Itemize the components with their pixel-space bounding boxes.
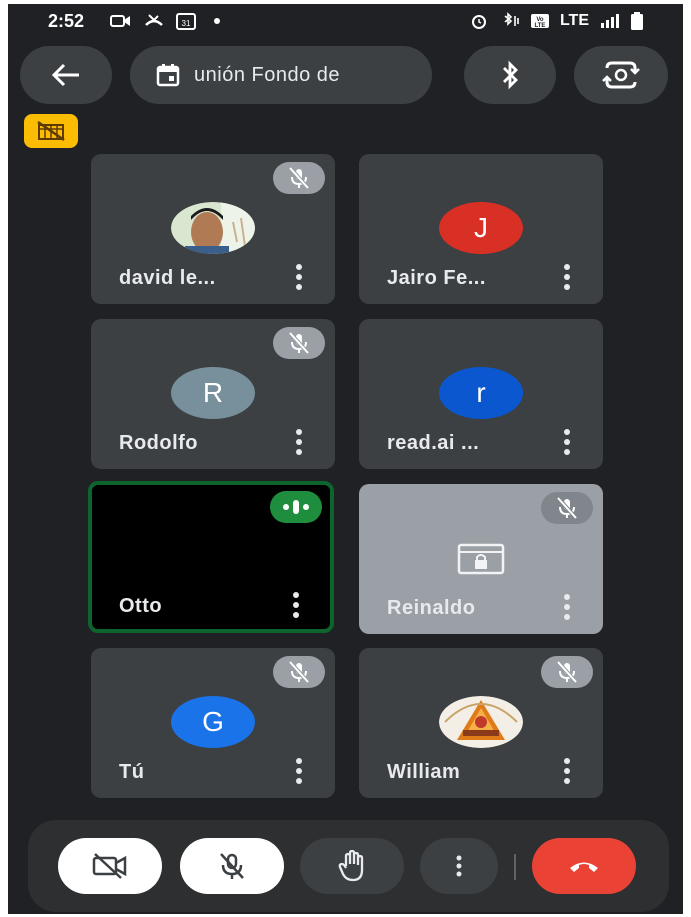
camera-off-icon [92, 853, 127, 879]
mic-off-icon [556, 660, 578, 684]
no-camera-warning-badge[interactable] [24, 114, 78, 148]
participant-tile[interactable]: david le... [91, 154, 335, 304]
participant-avatar: J [439, 202, 523, 254]
calendar-31-icon: 31 [176, 13, 196, 30]
participant-tile[interactable]: Reinaldo [359, 484, 603, 634]
participant-tile-self[interactable]: G Tú [91, 648, 335, 798]
participant-avatar: r [439, 367, 523, 419]
control-divider [514, 854, 516, 880]
participant-name: Jairo Fe... [387, 267, 486, 289]
participant-name: Reinaldo [387, 597, 476, 619]
participant-avatar: G [171, 696, 255, 748]
mic-off-icon [288, 331, 310, 355]
end-call-icon [570, 862, 598, 872]
raise-hand-button[interactable] [300, 838, 404, 894]
status-bar: 2:52 31 Vo LTE LTE [8, 4, 683, 38]
back-button[interactable] [20, 46, 112, 104]
no-camera-warning-icon [37, 120, 65, 142]
missed-call-icon [145, 14, 163, 26]
meeting-title: unión Fondo de [194, 63, 341, 86]
end-call-button[interactable] [532, 838, 636, 894]
participant-options-button[interactable] [563, 429, 571, 455]
participant-options-button[interactable] [295, 429, 303, 455]
raise-hand-icon [338, 850, 364, 882]
locked-screen-icon [457, 543, 505, 575]
participant-tile[interactable]: r read.ai ... [359, 319, 603, 469]
muted-badge [273, 162, 325, 194]
participant-name: Otto [119, 595, 163, 617]
participant-name: Rodolfo [119, 432, 199, 454]
battery-icon [631, 12, 643, 30]
notification-dot [214, 18, 220, 24]
more-options-button[interactable] [420, 838, 498, 894]
participant-name: William [387, 761, 461, 783]
mic-off-icon [556, 496, 578, 520]
participant-tile-active-speaker[interactable]: Otto [88, 481, 334, 633]
toggle-camera-button[interactable] [58, 838, 162, 894]
participant-options-button[interactable] [563, 264, 571, 290]
mic-off-icon [220, 853, 244, 879]
muted-badge [541, 656, 593, 688]
participant-options-button[interactable] [292, 592, 300, 618]
alarm-icon [471, 15, 486, 29]
calendar-icon [156, 64, 180, 87]
signal-icon [601, 14, 619, 28]
participant-options-button[interactable] [563, 758, 571, 784]
speaking-indicator-icon [270, 491, 322, 523]
participant-options-button[interactable] [295, 758, 303, 784]
participant-options-button[interactable] [295, 264, 303, 290]
switch-camera-button[interactable] [574, 46, 668, 104]
participant-name: david le... [119, 267, 216, 289]
participant-name: read.ai ... [387, 432, 480, 454]
mic-off-icon [288, 660, 310, 684]
muted-badge [273, 656, 325, 688]
arrow-back-icon [51, 63, 79, 87]
participant-tile[interactable]: J Jairo Fe... [359, 154, 603, 304]
participant-avatar: R [171, 367, 255, 419]
audio-output-button[interactable] [464, 46, 556, 104]
call-controls-bar [28, 820, 669, 912]
muted-badge [541, 492, 593, 524]
participant-photo [171, 202, 255, 254]
bluetooth-icon [503, 60, 518, 90]
participant-logo [439, 696, 523, 748]
participant-options-button[interactable] [563, 594, 571, 620]
status-icons-right: Vo LTE LTE [470, 12, 643, 30]
status-time: 2:52 [48, 11, 85, 31]
network-type: LTE [559, 12, 589, 29]
svg-text:31: 31 [182, 19, 191, 28]
participant-name: Tú [119, 761, 145, 783]
participant-tile[interactable]: William [359, 648, 603, 798]
muted-badge [273, 327, 325, 359]
mic-off-icon [288, 166, 310, 190]
status-icons-left: 31 [110, 12, 220, 30]
participant-tile[interactable]: R Rodolfo [91, 319, 335, 469]
toggle-mic-button[interactable] [180, 838, 284, 894]
meet-screen: 2:52 31 Vo LTE LTE unión Fondo de david … [8, 4, 683, 914]
switch-camera-icon [602, 61, 640, 89]
video-notification-icon [110, 15, 130, 27]
svg-text:LTE: LTE [535, 23, 546, 29]
meeting-title-button[interactable]: unión Fondo de [130, 46, 432, 104]
more-vert-icon [456, 855, 462, 877]
bluetooth-vibrate-icon [504, 12, 519, 26]
volte-icon: VoLTE [530, 14, 549, 29]
